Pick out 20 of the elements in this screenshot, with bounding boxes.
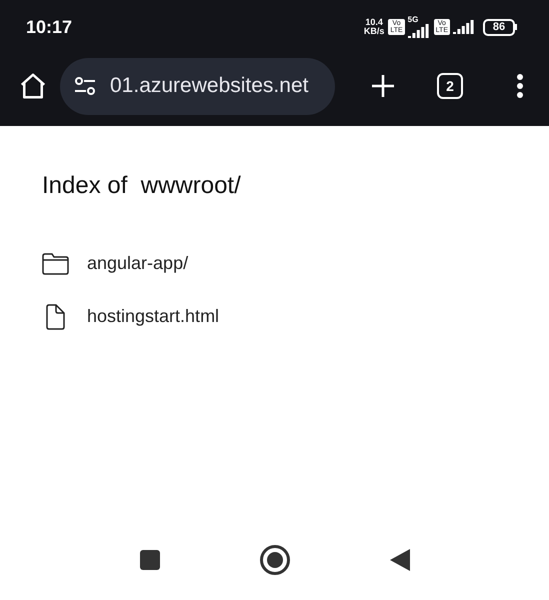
network-type: 5G <box>408 16 418 24</box>
folder-link[interactable]: angular-app/ <box>42 250 507 277</box>
back-button[interactable] <box>390 549 410 571</box>
tab-switcher-button[interactable]: 2 <box>437 73 463 99</box>
signal-icon <box>453 20 475 34</box>
signal-icon <box>408 24 430 38</box>
page-title: Index of wwwroot/ <box>42 171 242 201</box>
home-button[interactable] <box>260 545 290 575</box>
file-link[interactable]: hostingstart.html <box>42 303 507 330</box>
network-speed: 10.4 <box>365 18 383 27</box>
speed-unit: KB/s <box>364 27 384 36</box>
clock: 10:17 <box>26 16 72 38</box>
new-tab-icon[interactable] <box>371 74 395 98</box>
recents-button[interactable] <box>140 550 160 570</box>
site-settings-icon[interactable] <box>74 76 96 96</box>
folder-icon <box>42 252 69 274</box>
address-bar[interactable]: 01.azurewebsites.net <box>60 58 335 114</box>
battery-icon: 86 <box>483 18 517 36</box>
home-icon[interactable] <box>18 71 48 101</box>
menu-icon[interactable] <box>517 74 523 98</box>
